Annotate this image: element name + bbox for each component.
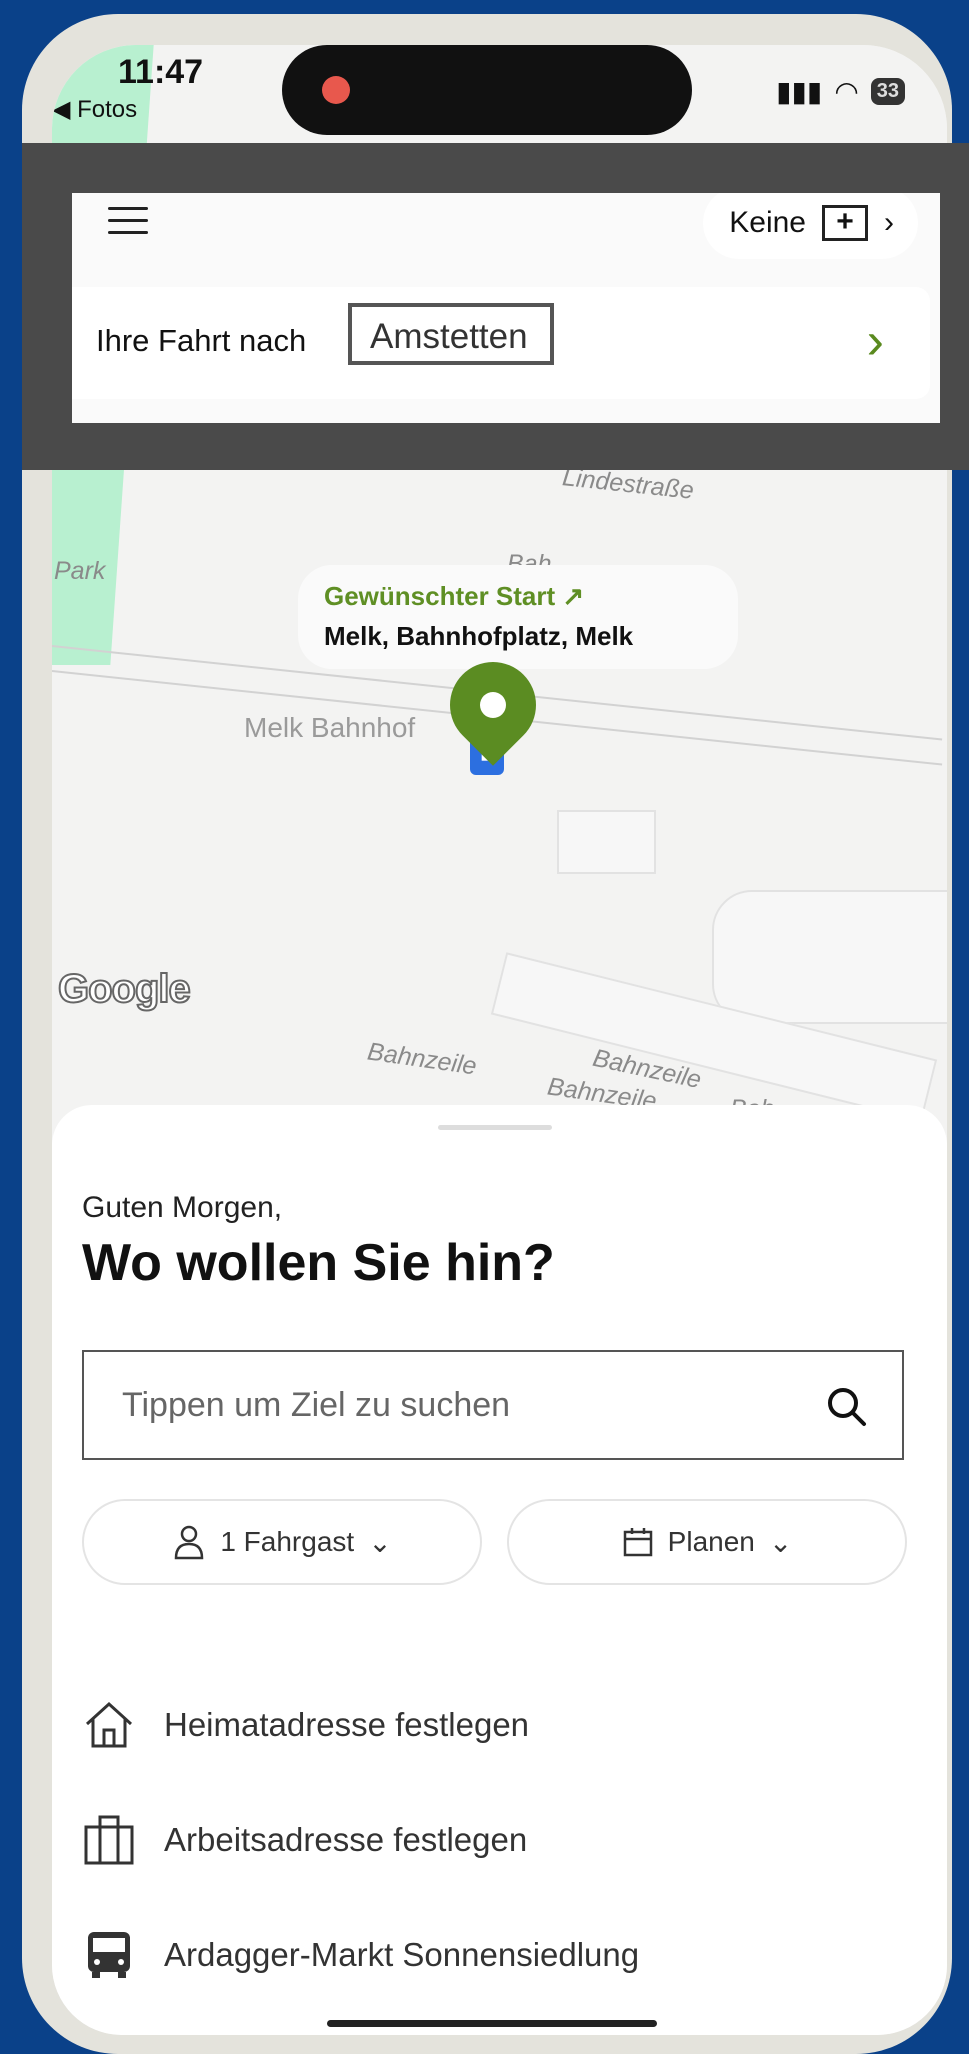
battery-icon: 33: [870, 78, 905, 105]
station-label: Melk Bahnhof: [244, 712, 416, 743]
list-item-label: Arbeitsadresse festlegen: [164, 1821, 528, 1858]
profile-pill[interactable]: Keine + ›: [703, 193, 918, 259]
dynamic-island: [282, 45, 692, 135]
map-building: [557, 810, 656, 874]
highlight-overlay: Keine + › Ihre Fahrt nach Amstetten ›: [22, 143, 969, 470]
status-time: 11:47: [118, 53, 204, 91]
start-bubble[interactable]: Gewünschter Start ↗ Melk, Bahnhofplatz, …: [298, 565, 738, 669]
plan-dropdown[interactable]: Planen ⌄: [507, 1499, 907, 1585]
sheet-handle[interactable]: [438, 1125, 552, 1130]
street-label: Bahnzeile: [365, 1037, 479, 1081]
briefcase-icon: [84, 1815, 134, 1865]
top-bar: Keine + › Ihre Fahrt nach Amstetten ›: [72, 193, 940, 423]
list-item-recent[interactable]: Ardagger-Markt Sonnensiedlung: [82, 1915, 902, 1995]
list-item-label: Heimatadresse festlegen: [164, 1706, 530, 1743]
park-label: Park: [54, 557, 106, 585]
signal-icon: ▮▮▮: [776, 76, 823, 107]
list-item-work[interactable]: Arbeitsadresse festlegen: [82, 1800, 902, 1880]
plan-label: Planen: [667, 1526, 755, 1557]
start-address: Melk, Bahnhofplatz, Melk: [324, 621, 634, 651]
bus-icon: [88, 1932, 130, 1978]
page-title: Wo wollen Sie hin?: [82, 1234, 555, 1292]
google-logo: Google: [57, 966, 192, 1012]
bottom-sheet: Guten Morgen, Wo wollen Sie hin? Tippen …: [52, 1105, 947, 2035]
trip-label: Ihre Fahrt nach: [96, 323, 307, 358]
chevron-down-icon: ⌄: [368, 1526, 392, 1558]
profile-label: Keine: [729, 206, 806, 239]
search-placeholder: Tippen um Ziel zu suchen: [122, 1386, 511, 1424]
chevron-down-icon: ⌄: [768, 1526, 793, 1558]
back-to-app-link[interactable]: ◀ Fotos: [52, 95, 137, 124]
passengers-label: 1 Fahrgast: [220, 1526, 355, 1557]
status-icons: ▮▮▮ ◠ 33: [776, 75, 905, 108]
list-item-label: Ardagger-Markt Sonnensiedlung: [164, 1936, 640, 1973]
list-item-home[interactable]: Heimatadresse festlegen: [82, 1685, 902, 1765]
chevron-right-icon[interactable]: ›: [867, 311, 884, 371]
plus-icon: +: [822, 205, 868, 241]
trip-destination-field[interactable]: Amstetten: [348, 303, 554, 365]
greeting: Guten Morgen,: [82, 1191, 283, 1224]
home-icon: [85, 1701, 133, 1748]
search-input[interactable]: Tippen um Ziel zu suchen: [82, 1350, 904, 1460]
recording-dot-icon: [322, 76, 350, 104]
wifi-icon: ◠: [834, 76, 859, 107]
map-building: [712, 890, 947, 1024]
chevron-right-icon: ›: [884, 206, 894, 239]
back-app-label: Fotos: [77, 96, 138, 123]
menu-icon[interactable]: [102, 199, 150, 247]
start-title: Gewünschter Start ↗: [324, 581, 585, 611]
calendar-icon: [623, 1528, 652, 1557]
person-icon: [175, 1525, 204, 1560]
search-icon[interactable]: [824, 1384, 870, 1430]
trip-card[interactable]: Ihre Fahrt nach Amstetten ›: [72, 287, 930, 399]
home-indicator[interactable]: [327, 2020, 657, 2027]
passengers-dropdown[interactable]: 1 Fahrgast ⌄: [82, 1499, 482, 1585]
